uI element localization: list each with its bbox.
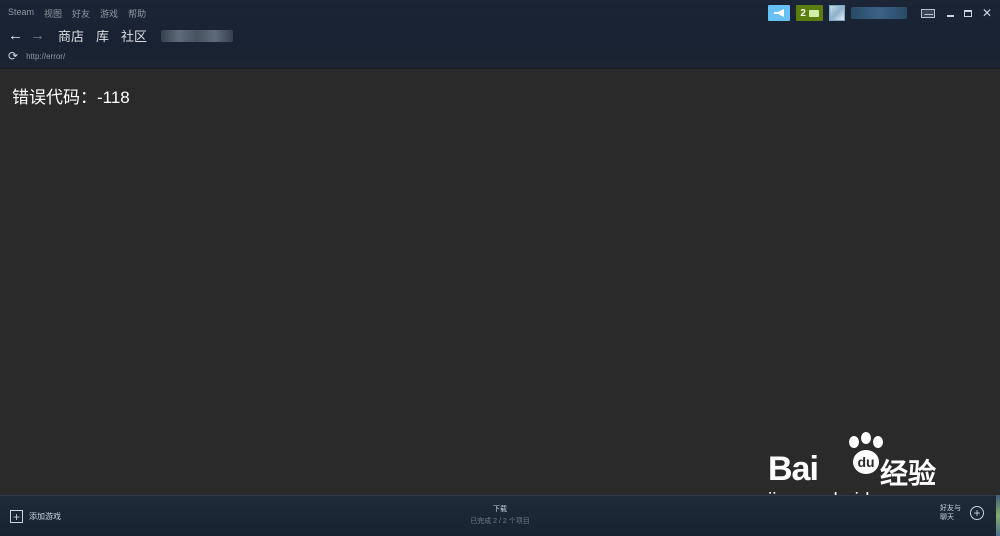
friends-label-line2: 聊天 bbox=[940, 514, 954, 521]
url-row: ⟳ http://error/ bbox=[8, 50, 65, 62]
tab-community[interactable]: 社区 bbox=[121, 26, 147, 45]
steam-window: Steam 视图 好友 游戏 帮助 2 ✕ ← → 商店 库 社区 ⟳ http… bbox=[0, 0, 1000, 536]
minimize-icon[interactable] bbox=[946, 15, 954, 17]
menu-item-view[interactable]: 视图 bbox=[44, 7, 62, 20]
avatar[interactable] bbox=[828, 5, 845, 21]
add-friend-icon: + bbox=[970, 506, 984, 520]
download-title: 下载 bbox=[493, 506, 507, 513]
envelope-icon bbox=[808, 9, 819, 17]
browser-content: 错误代码：-118 bbox=[0, 68, 1000, 495]
friends-chat-label: 好友与 聊天 bbox=[940, 504, 964, 522]
title-bar-controls: 2 ✕ bbox=[768, 5, 992, 21]
notifications-button[interactable]: 2 bbox=[796, 5, 823, 21]
svg-text:du: du bbox=[857, 454, 874, 470]
url-address: http://error/ bbox=[26, 51, 66, 61]
maximize-icon[interactable] bbox=[963, 9, 972, 17]
watermark-brand-cn: 经验 bbox=[880, 458, 937, 489]
main-tabs: 商店 库 社区 bbox=[58, 26, 147, 45]
watermark-brand: Bai bbox=[768, 450, 819, 488]
close-icon[interactable]: ✕ bbox=[982, 7, 992, 19]
megaphone-icon bbox=[773, 9, 784, 17]
menu-item-friends[interactable]: 好友 bbox=[72, 7, 90, 20]
tab-library[interactable]: 库 bbox=[96, 26, 109, 45]
download-status[interactable]: 下载 已完成 2 / 2 个项目 bbox=[0, 504, 1000, 526]
menu-item-steam[interactable]: Steam bbox=[8, 7, 34, 20]
bottom-bar: + 添加游戏 下载 已完成 2 / 2 个项目 好友与 聊天 + bbox=[0, 495, 1000, 536]
top-header: Steam 视图 好友 游戏 帮助 2 ✕ ← → 商店 库 社区 ⟳ http… bbox=[0, 0, 1000, 68]
forward-arrow-icon[interactable]: → bbox=[30, 27, 52, 44]
error-message: 错误代码：-118 bbox=[12, 88, 130, 107]
tab-profile-redacted[interactable] bbox=[161, 29, 234, 42]
friends-label-line1: 好友与 bbox=[940, 505, 961, 512]
menu-item-games[interactable]: 游戏 bbox=[100, 7, 118, 20]
menu-item-help[interactable]: 帮助 bbox=[128, 7, 146, 20]
reload-icon[interactable]: ⟳ bbox=[8, 50, 18, 62]
window-controls: ✕ bbox=[946, 7, 992, 19]
notification-count: 2 bbox=[800, 7, 806, 19]
announcement-button[interactable] bbox=[768, 5, 791, 21]
friends-chat-button[interactable]: 好友与 聊天 + bbox=[940, 504, 984, 522]
tab-store[interactable]: 商店 bbox=[58, 26, 84, 45]
navigation-row: ← → 商店 库 社区 bbox=[8, 26, 234, 45]
download-progress-text: 已完成 2 / 2 个项目 bbox=[470, 518, 530, 525]
username-redacted[interactable] bbox=[850, 7, 907, 19]
mail-icon[interactable] bbox=[920, 8, 935, 18]
back-arrow-icon[interactable]: ← bbox=[8, 27, 30, 44]
menu-bar: Steam 视图 好友 游戏 帮助 bbox=[8, 7, 146, 20]
window-edge-strip bbox=[996, 495, 1000, 536]
